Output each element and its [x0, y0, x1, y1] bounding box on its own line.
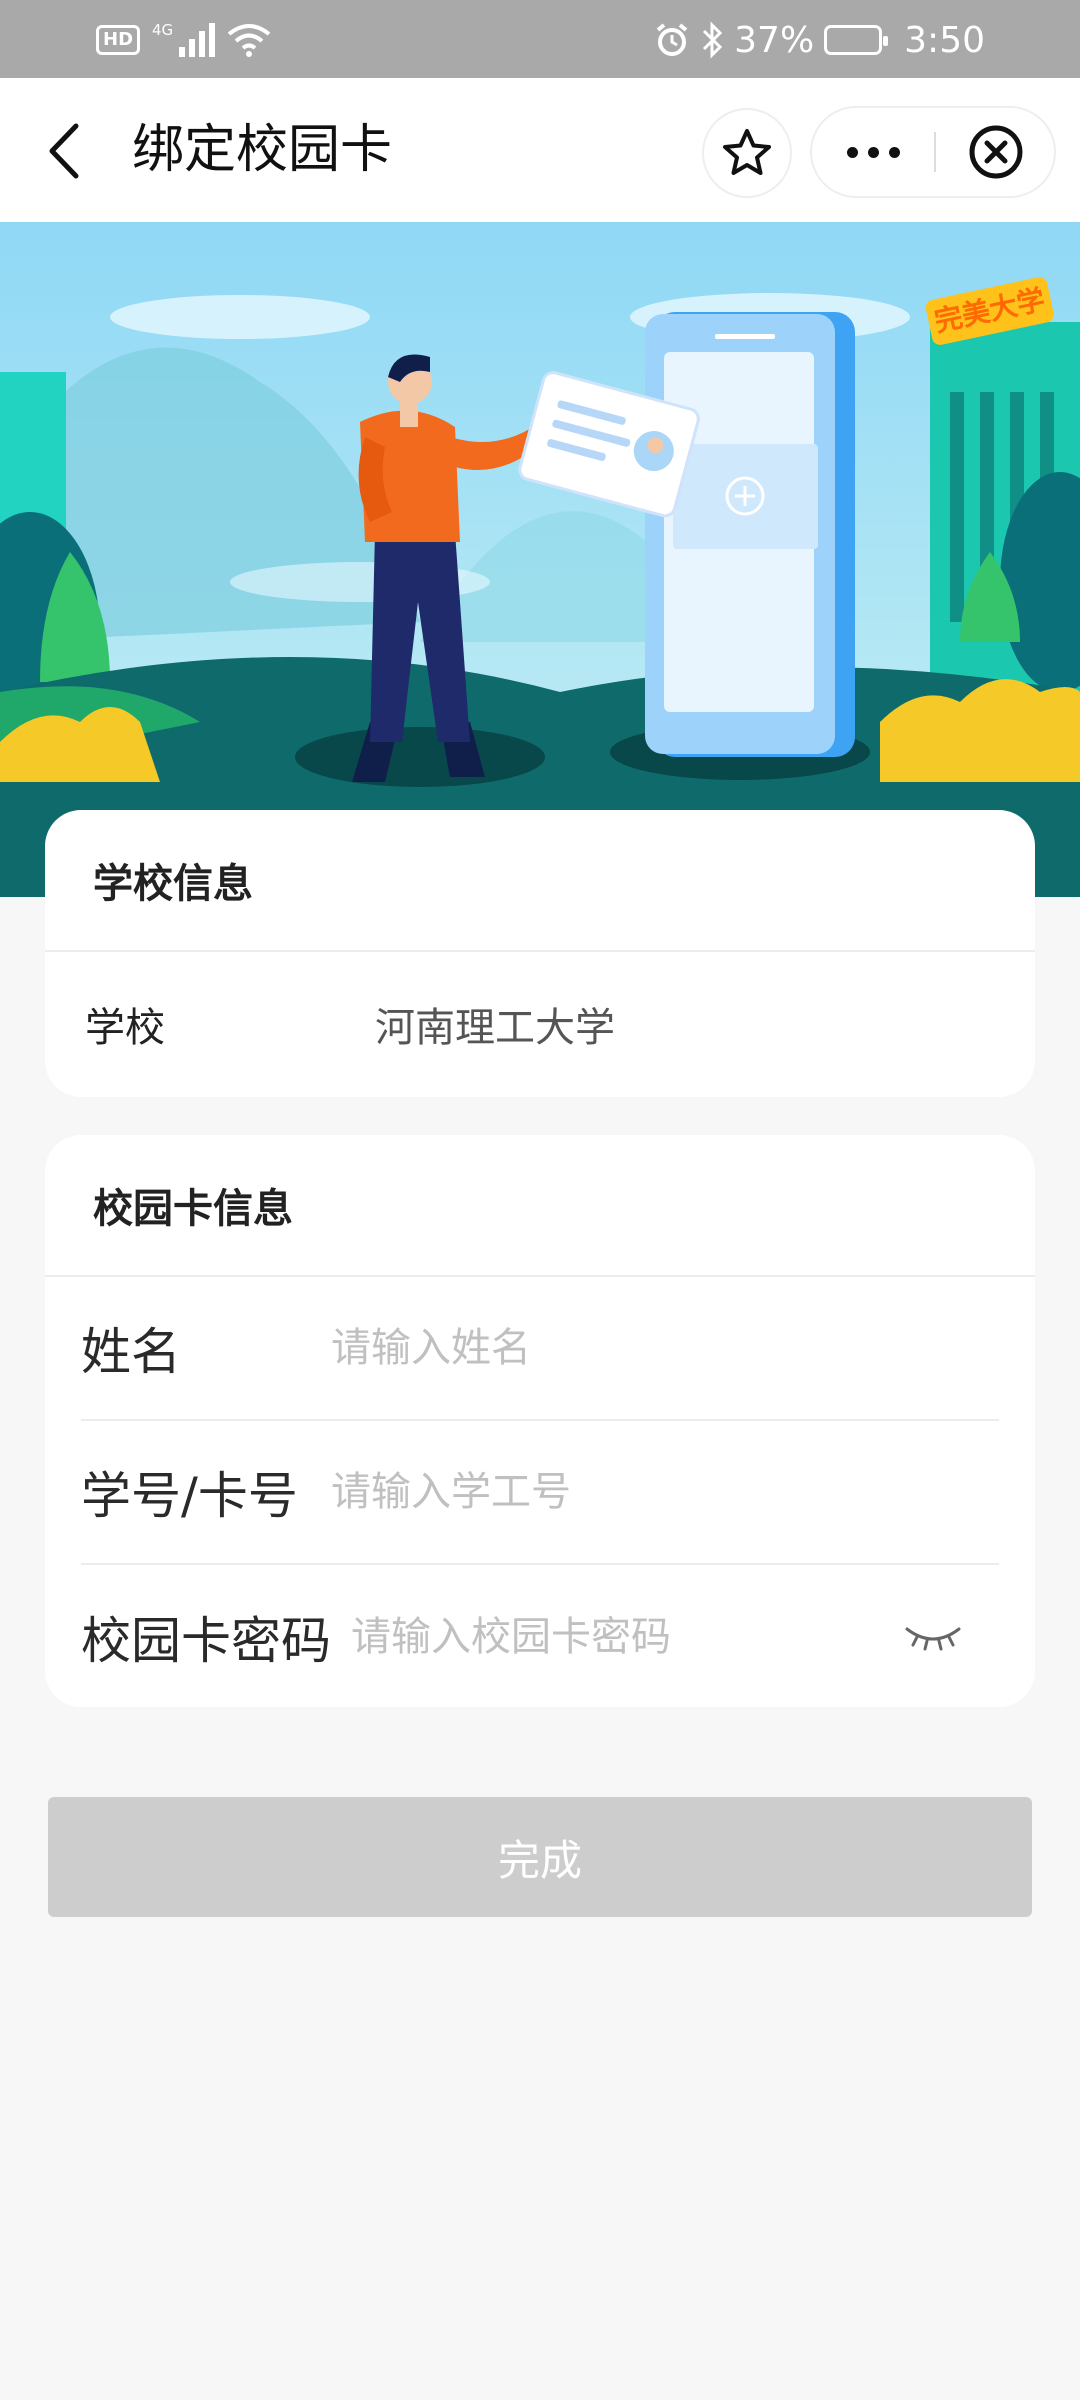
- student-id-label: 学号/卡号: [81, 1467, 298, 1525]
- favorite-button[interactable]: [702, 108, 792, 198]
- password-field-row: 校园卡密码: [81, 1565, 999, 1709]
- alarm-icon: [656, 23, 688, 56]
- student-id-field-row: 学号/卡号: [81, 1421, 999, 1565]
- done-button[interactable]: 完成: [48, 1797, 1032, 1917]
- school-value: 河南理工大学: [375, 1005, 615, 1051]
- more-button[interactable]: [812, 108, 934, 196]
- name-field-row: 姓名: [81, 1277, 999, 1421]
- school-label: 学校: [85, 1005, 165, 1051]
- school-info-card: 学校信息 学校 河南理工大学: [45, 810, 1035, 1097]
- name-input[interactable]: [331, 1325, 951, 1371]
- eye-closed-icon[interactable]: [903, 1615, 963, 1655]
- school-info-heading: 学校信息: [45, 810, 1035, 952]
- signal-type-label: 4G: [152, 21, 174, 39]
- status-right-icons: 37% 3:50: [654, 18, 985, 62]
- campus-card-info-card: 校园卡信息 姓名 学号/卡号 校园卡密码: [45, 1135, 1035, 1707]
- signal-icon: 4G: [152, 21, 216, 57]
- battery-icon: [824, 25, 889, 55]
- school-row: 学校 河南理工大学: [45, 952, 1035, 1096]
- name-label: 姓名: [81, 1323, 181, 1381]
- bluetooth-icon: [703, 21, 723, 59]
- banner-artwork: 完美大学: [0, 222, 1080, 897]
- wifi-icon: [227, 24, 271, 57]
- password-input[interactable]: [351, 1614, 871, 1660]
- nav-bar: 绑定校园卡: [0, 78, 1080, 222]
- back-arrow-icon[interactable]: [40, 116, 90, 186]
- page-title: 绑定校园卡: [132, 120, 393, 180]
- student-id-input[interactable]: [331, 1469, 951, 1515]
- status-bar: HD 4G 37% 3:50: [0, 0, 1080, 78]
- hd-icon: HD: [96, 25, 141, 55]
- status-time: 3:50: [904, 19, 985, 61]
- close-circle-icon: [969, 125, 1023, 179]
- more-dots-icon: [846, 146, 858, 158]
- banner-illustration: 完美大学: [0, 222, 1080, 897]
- miniprogram-capsule: [810, 106, 1056, 198]
- status-left-icons: HD 4G: [96, 20, 271, 60]
- star-icon: [723, 129, 771, 175]
- campus-card-heading: 校园卡信息: [45, 1135, 1035, 1277]
- battery-percent: 37%: [734, 19, 815, 61]
- close-button[interactable]: [936, 108, 1056, 196]
- password-label: 校园卡密码: [81, 1612, 331, 1670]
